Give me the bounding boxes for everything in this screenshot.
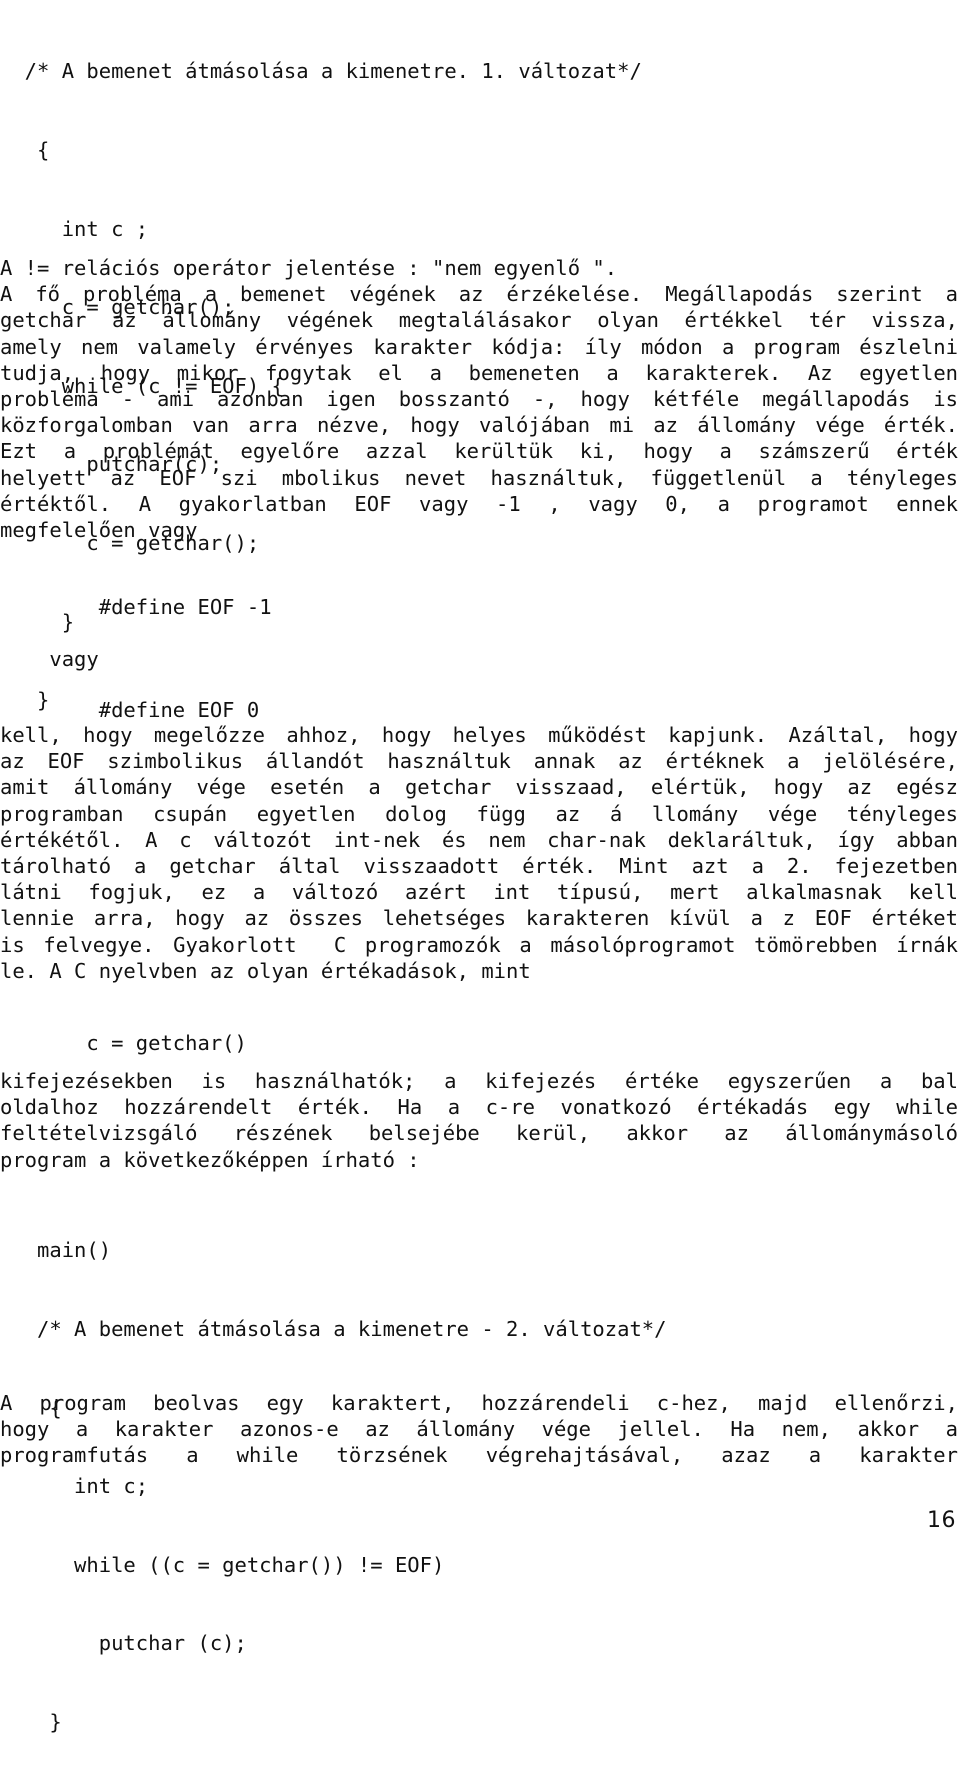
text-line: is felvegye. Gyakorlott C programozók a … [0, 932, 958, 957]
code-line: /* A bemenet átmásolása a kimenetre. 1. … [0, 59, 642, 84]
text-line: megfelelően vagy [0, 518, 198, 543]
code-block-copy-v2: main() /* A bemenet átmásolása a kimenet… [0, 1185, 958, 1788]
text-line: A fő probléma a bemenet végének az érzék… [0, 282, 958, 307]
code-line: putchar (c); [0, 1631, 247, 1656]
code-line: int c ; [0, 216, 149, 241]
text-line: tudja, hogy mikor fogytak el a bemeneten… [0, 360, 958, 385]
text-line: A != relációs operátor jelentése : "nem … [0, 256, 618, 280]
define-text: #define EOF 0 [49, 698, 260, 723]
code-line: while ((c = getchar()) != EOF) [0, 1552, 445, 1577]
text-line: kifejezésekben is használhatók; a kifeje… [0, 1069, 958, 1093]
text-line: programban csupán egyetlen dolog függ az… [0, 801, 958, 826]
or-text: vagy [49, 647, 99, 672]
text-line: helyett az EOF szi mbolikus nevet haszná… [0, 465, 958, 490]
code-text: c = getchar() [49, 1031, 247, 1056]
paragraph-eof-symbolic-constant: kell, hogy megelőzze ahhoz, hogy helyes … [0, 722, 958, 984]
text-line: látni fogjuk, ez a változó azért int típ… [0, 880, 958, 905]
paragraph-eof-explanation: A != relációs operátor jelentése : "nem … [0, 255, 958, 543]
code-line: /* A bemenet átmásolása a kimenetre - 2.… [0, 1317, 667, 1342]
text-line: lennie arra, hogy az összes lehetséges k… [0, 906, 958, 931]
paragraph-assignment-expression: kifejezésekben is használhatók; a kifeje… [0, 1068, 958, 1173]
document-page: /* A bemenet átmásolása a kimenetre. 1. … [0, 0, 960, 1734]
code-line: int c; [0, 1474, 149, 1499]
text-line: az EOF szimbolikus állandót használtuk a… [0, 749, 958, 774]
text-line: getchar az állomány végének megtalálásak… [0, 308, 958, 333]
text-line: Ezt a problémát egyelőre azzal kerültük … [0, 439, 958, 464]
define-text: #define EOF -1 [49, 595, 272, 620]
paragraph-program-description: A program beolvas egy karaktert, hozzáre… [0, 1390, 958, 1469]
text-line: tárolható a getchar által visszaadott ér… [0, 854, 958, 879]
text-line: oldalhoz hozzárendelt érték. Ha a c-re v… [0, 1095, 958, 1120]
text-line: programfutás a while törzsének végrehajt… [0, 1443, 958, 1468]
text-line: amit állomány vége esetén a getchar viss… [0, 775, 958, 800]
text-line: probléma - ami azonban igen bosszantó -,… [0, 387, 958, 412]
text-line: hogy a karakter azonos-e az állomány vég… [0, 1417, 958, 1442]
code-line: { [0, 138, 50, 163]
text-line: le. A C nyelvben az olyan értékadások, m… [0, 958, 531, 983]
code-line: main() [0, 1238, 112, 1263]
text-line: A program beolvas egy karaktert, hozzáre… [0, 1391, 958, 1415]
text-line: feltételvizsgáló részének belsejébe kerü… [0, 1121, 958, 1146]
text-line: amely nem valamely érvényes karakter kód… [0, 334, 958, 359]
text-line: kell, hogy megelőzze ahhoz, hogy helyes … [0, 723, 958, 747]
text-line: közforgalomban van arra nézve, hogy való… [0, 413, 958, 438]
code-line: } [0, 1710, 62, 1735]
text-line: értéktől. A gyakorlatban EOF vagy -1 , v… [0, 491, 958, 516]
text-line: értékétől. A c változót int-nek és nem c… [0, 827, 958, 852]
text-line: program a következőképpen írható : [0, 1147, 420, 1172]
page-number: 16 [927, 1508, 956, 1533]
